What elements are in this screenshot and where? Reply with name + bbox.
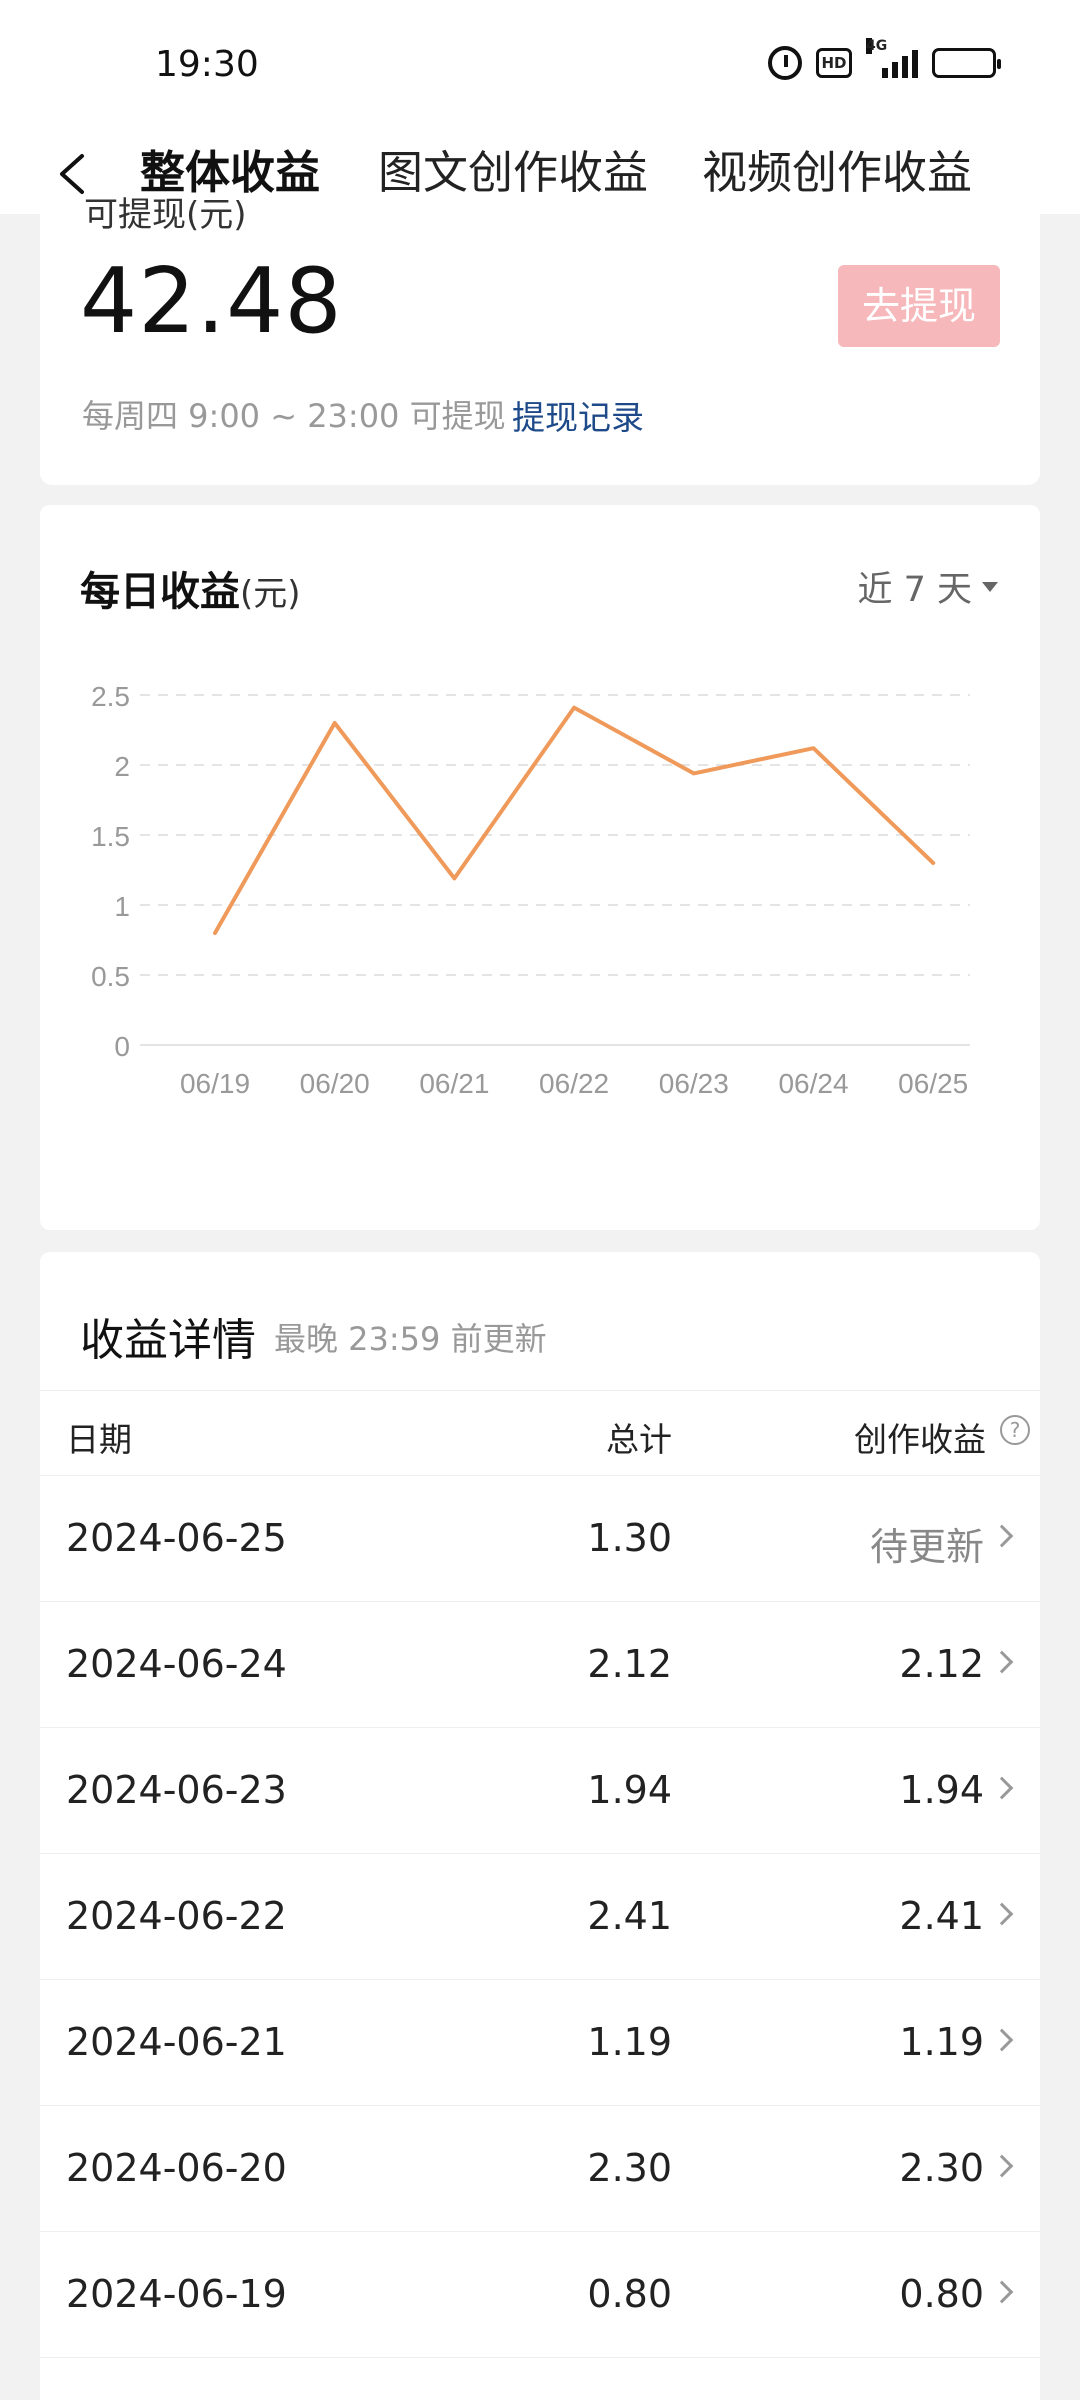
chevron-right-icon	[990, 1650, 1014, 1674]
table-row[interactable]: 2024-06-25 1.30 待更新	[40, 1476, 1040, 1602]
chart-title: 每日收益(元)	[80, 559, 301, 617]
daily-earnings-card: 每日收益(元) 近 7 天 0 0.5 1 1.5 2 2.5 06/19 06/20 06/2…	[40, 505, 1040, 1230]
header-creation-earnings: 创作收益	[854, 1420, 986, 1459]
row-date: 2024-06-20	[66, 2146, 287, 2190]
row-total: 0.80	[587, 2272, 672, 2316]
row-total: 1.19	[587, 2020, 672, 2064]
row-date: 2024-06-22	[66, 1894, 287, 1938]
table-row[interactable]: 2024-06-19 0.80 0.80	[40, 2232, 1040, 2358]
x-tick-label: 06/24	[778, 1068, 848, 1099]
row-date: 2024-06-25	[66, 1516, 287, 1560]
x-tick-label: 06/20	[300, 1068, 370, 1099]
withdraw-schedule-note: 每周四 9:00 ~ 23:00 可提现	[82, 397, 506, 435]
row-date: 2024-06-19	[66, 2272, 287, 2316]
balance-card: 可提现(元) 42.48 去提现 每周四 9:00 ~ 23:00 可提现 提现…	[40, 195, 1040, 485]
x-tick-label: 06/23	[659, 1068, 729, 1099]
row-total: 2.30	[587, 2146, 672, 2190]
chart-unit: (元)	[240, 574, 301, 614]
battery-icon	[932, 48, 1001, 78]
table-row[interactable]: 2024-06-20 2.30 2.30	[40, 2106, 1040, 2232]
data-point[interactable]	[692, 771, 696, 775]
data-point[interactable]	[572, 706, 576, 710]
x-tick-label: 06/19	[180, 1068, 250, 1099]
table-row[interactable]: 2024-06-21 1.19 1.19	[40, 1980, 1040, 2106]
detail-title: 收益详情	[80, 1315, 256, 1366]
row-date: 2024-06-24	[66, 1642, 287, 1686]
help-icon[interactable]: ?	[1000, 1415, 1030, 1445]
y-tick-label: 0.5	[91, 961, 130, 992]
withdrawable-amount: 42.48	[80, 249, 343, 354]
y-tick-label: 1.5	[91, 821, 130, 852]
y-tick-label: 1	[114, 891, 130, 922]
detail-update-note: 最晚 23:59 前更新	[274, 1320, 547, 1358]
row-total: 2.41	[587, 1894, 672, 1938]
network-label: 4G	[866, 38, 888, 54]
chevron-right-icon	[990, 2154, 1014, 2178]
table-header: 日期 总计 创作收益 ?	[40, 1390, 1040, 1476]
header-total: 总计	[606, 1420, 672, 1459]
row-creation-earnings: 2.41	[899, 1894, 984, 1938]
data-point[interactable]	[333, 721, 337, 725]
caret-down-icon	[982, 581, 998, 592]
status-bar: 19:30 HD 4G	[0, 0, 1080, 130]
chevron-right-icon	[990, 2028, 1014, 2052]
row-total: 1.94	[587, 1768, 672, 1812]
row-total: 2.12	[587, 1642, 672, 1686]
data-point[interactable]	[931, 861, 935, 865]
y-tick-label: 2	[114, 751, 130, 782]
series-line	[213, 705, 936, 935]
table-row[interactable]: 2024-06-24 2.12 2.12	[40, 1602, 1040, 1728]
line-chart: 0 0.5 1 1.5 2 2.5 06/19 06/20 06/21 06/22 06/23 06/…	[91, 681, 970, 1099]
date-range-select[interactable]: 近 7 天	[857, 561, 998, 612]
chart-title-text: 每日收益	[80, 569, 240, 615]
row-creation-earnings: 待更新	[869, 1525, 984, 1569]
table-row[interactable]: 2024-06-22 2.41 2.41	[40, 1854, 1040, 1980]
x-tick-label: 06/22	[539, 1068, 609, 1099]
data-point[interactable]	[812, 746, 815, 750]
x-tick-label: 06/21	[419, 1068, 489, 1099]
data-point[interactable]	[452, 876, 456, 880]
row-creation-earnings: 0.80	[899, 2272, 984, 2316]
signal-icon: 4G	[866, 38, 918, 78]
x-tick-label: 06/25	[898, 1068, 968, 1099]
withdraw-record-link[interactable]: 提现记录	[512, 391, 644, 439]
earnings-detail-card: 收益详情 最晚 23:59 前更新 日期 总计 创作收益 ? 2024-06-2…	[40, 1252, 1040, 2400]
data-point[interactable]	[213, 931, 217, 935]
table-row[interactable]: 2024-06-23 1.94 1.94	[40, 1728, 1040, 1854]
alarm-icon	[768, 46, 802, 80]
row-creation-earnings: 1.19	[899, 2020, 984, 2064]
header-date: 日期	[66, 1420, 132, 1459]
row-creation-earnings: 2.30	[899, 2146, 984, 2190]
row-creation-earnings: 1.94	[899, 1768, 984, 1812]
row-creation-earnings: 2.12	[899, 1642, 984, 1686]
withdrawable-label: 可提现(元)	[84, 195, 247, 235]
row-date: 2024-06-23	[66, 1768, 287, 1812]
chevron-right-icon	[990, 1776, 1014, 1800]
tab-video-earnings[interactable]: 视频创作收益	[702, 136, 972, 201]
chevron-right-icon	[990, 2280, 1014, 2304]
withdraw-button[interactable]: 去提现	[838, 265, 1000, 347]
date-range-label: 近 7 天	[857, 570, 972, 610]
chevron-right-icon	[990, 1524, 1014, 1548]
y-tick-label: 2.5	[91, 681, 130, 712]
tab-article-earnings[interactable]: 图文创作收益	[378, 136, 648, 201]
status-time: 19:30	[155, 44, 259, 85]
hd-icon: HD	[816, 48, 852, 78]
y-tick-label: 0	[114, 1031, 130, 1062]
row-total: 1.30	[587, 1516, 672, 1560]
status-icons: HD 4G	[768, 38, 1001, 80]
row-date: 2024-06-21	[66, 2020, 287, 2064]
chevron-right-icon	[990, 1902, 1014, 1926]
earnings-rows: 2024-06-25 1.30 待更新 2024-06-24 2.12 2.12…	[40, 1476, 1040, 2358]
